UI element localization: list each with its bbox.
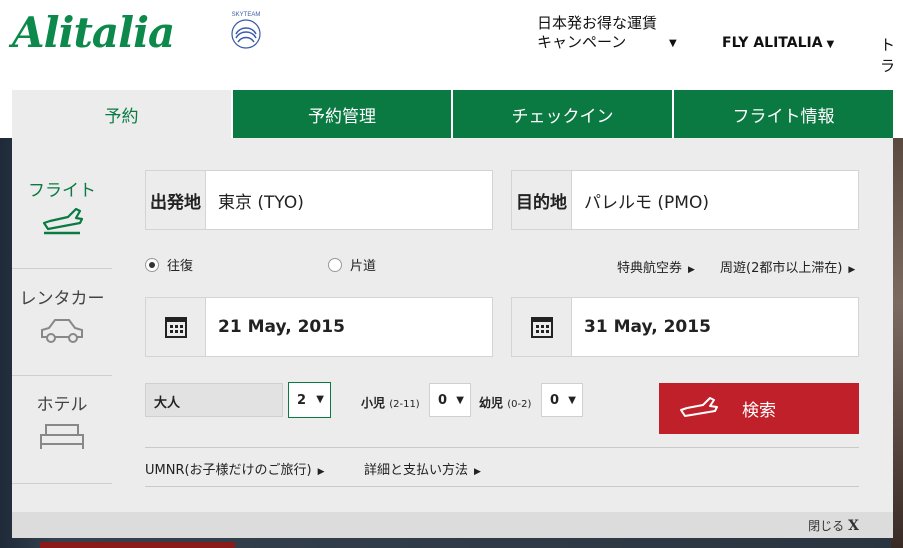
triangle-right-icon: ▶	[688, 265, 695, 275]
nav-item-cut[interactable]: トラ	[880, 34, 903, 76]
trip-oneway-radio[interactable]: 片道	[328, 255, 376, 274]
side-divider	[12, 268, 112, 269]
umnr-link-label: UMNR(お子様だけのご旅行)	[145, 463, 312, 478]
radio-button	[328, 257, 342, 272]
award-ticket-label: 特典航空券	[617, 261, 683, 276]
children-select[interactable]: 0 ▼	[429, 383, 471, 417]
booking-type-sidebar: フライト レンタカー ホテル	[12, 138, 112, 508]
search-button-label: 検索	[742, 401, 776, 421]
nav-fly-alitalia-label: FLY ALITALIA	[722, 35, 823, 51]
destination-prefix: 目的地	[512, 171, 572, 229]
destination-value: パレルモ (PMO)	[584, 192, 709, 213]
tab-checkin[interactable]: チェックイン	[453, 90, 674, 138]
tab-booking[interactable]: 予約	[12, 90, 233, 138]
chevron-down-icon: ▼	[669, 38, 677, 49]
panel-footer: 閉じる X	[12, 512, 893, 538]
origin-field[interactable]: 出発地 東京 (TYO)	[145, 170, 493, 230]
close-panel-button[interactable]: 閉じる X	[808, 517, 859, 534]
car-icon	[41, 319, 83, 343]
calendar-icon	[146, 298, 206, 356]
return-date-value: 31 May, 2015	[584, 317, 711, 337]
payment-details-link[interactable]: 詳細と支払い方法 ▶	[364, 459, 481, 478]
adults-label: 大人	[145, 383, 283, 417]
alitalia-logo[interactable]: Alitalia	[12, 8, 175, 57]
side-item-hotel[interactable]: ホテル	[12, 390, 112, 455]
umnr-link[interactable]: UMNR(お子様だけのご旅行) ▶	[145, 459, 325, 478]
chevron-down-icon: ▼	[316, 394, 324, 405]
return-date-field[interactable]: 31 May, 2015	[511, 297, 859, 357]
trip-oneway-label: 片道	[350, 259, 377, 274]
award-ticket-link[interactable]: 特典航空券 ▶	[617, 257, 695, 276]
multi-city-label: 周遊(2都市以上滞在)	[720, 261, 843, 276]
infants-label-text: 幼児	[479, 396, 504, 410]
multi-city-link[interactable]: 周遊(2都市以上滞在) ▶	[720, 257, 855, 276]
close-icon: X	[848, 518, 859, 534]
skyteam-logo-icon: SKYTEAM	[231, 12, 261, 49]
depart-date-value: 21 May, 2015	[218, 317, 345, 337]
side-item-flight[interactable]: フライト	[12, 176, 112, 239]
destination-field[interactable]: 目的地 パレルモ (PMO)	[511, 170, 859, 230]
divider	[145, 486, 859, 487]
booking-panel: フライト レンタカー ホテル 出発地 東京 (TYO) 目的地 パレルモ (PM…	[12, 138, 893, 538]
side-item-rentacar[interactable]: レンタカー	[12, 284, 112, 351]
calendar-icon	[512, 298, 572, 356]
tab-flight-info[interactable]: フライト情報	[674, 90, 893, 138]
children-age-range: (2-11)	[389, 399, 420, 410]
nav-campaign-line2: キャンペーン	[537, 33, 627, 51]
infants-label: 幼児 (0-2)	[479, 394, 531, 411]
payment-details-label: 詳細と支払い方法	[364, 463, 469, 478]
triangle-right-icon: ▶	[848, 265, 856, 275]
side-item-flight-label: フライト	[28, 181, 96, 201]
skyteam-text: SKYTEAM	[232, 12, 261, 18]
infants-select-value: 0	[550, 392, 560, 408]
children-label-text: 小児	[361, 396, 386, 410]
close-panel-label: 閉じる	[808, 519, 845, 533]
nav-campaign[interactable]: 日本発お得な運賃 キャンペーン ▼	[537, 14, 677, 52]
origin-prefix: 出発地	[146, 171, 206, 229]
origin-value: 東京 (TYO)	[218, 192, 304, 213]
children-label: 小児 (2-11)	[361, 394, 420, 411]
trip-roundtrip-label: 往復	[167, 259, 194, 274]
adults-select[interactable]: 2 ▼	[288, 382, 331, 418]
radio-button	[145, 257, 159, 272]
side-item-rentacar-label: レンタカー	[19, 289, 105, 309]
nav-campaign-line1: 日本発お得な運賃	[537, 14, 658, 32]
infants-select[interactable]: 0 ▼	[541, 383, 583, 417]
infants-age-range: (0-2)	[507, 399, 532, 410]
triangle-right-icon: ▶	[317, 467, 325, 477]
search-button[interactable]: 検索	[659, 383, 859, 434]
children-select-value: 0	[438, 392, 448, 408]
nav-fly-alitalia[interactable]: FLY ALITALIA ▼	[722, 35, 834, 51]
airplane-takeoff-icon	[42, 207, 84, 235]
chevron-down-icon: ▼	[826, 39, 835, 50]
depart-date-field[interactable]: 21 May, 2015	[145, 297, 493, 357]
triangle-right-icon: ▶	[474, 467, 481, 477]
adults-select-value: 2	[297, 392, 307, 408]
bed-icon	[40, 424, 84, 449]
side-divider	[12, 375, 112, 376]
trip-roundtrip-radio[interactable]: 往復	[145, 255, 193, 274]
background-red-element	[40, 542, 235, 548]
side-divider	[12, 483, 112, 484]
site-header: Alitalia SKYTEAM 日本発お得な運賃 キャンペーン ▼ FLY A…	[0, 0, 903, 90]
booking-tabs: 予約 予約管理 チェックイン フライト情報	[12, 90, 893, 138]
divider	[145, 447, 859, 448]
side-item-hotel-label: ホテル	[36, 395, 88, 415]
tab-manage-booking[interactable]: 予約管理	[233, 90, 453, 138]
chevron-down-icon: ▼	[456, 395, 464, 406]
airplane-takeoff-icon	[680, 397, 718, 417]
chevron-down-icon: ▼	[568, 395, 576, 406]
